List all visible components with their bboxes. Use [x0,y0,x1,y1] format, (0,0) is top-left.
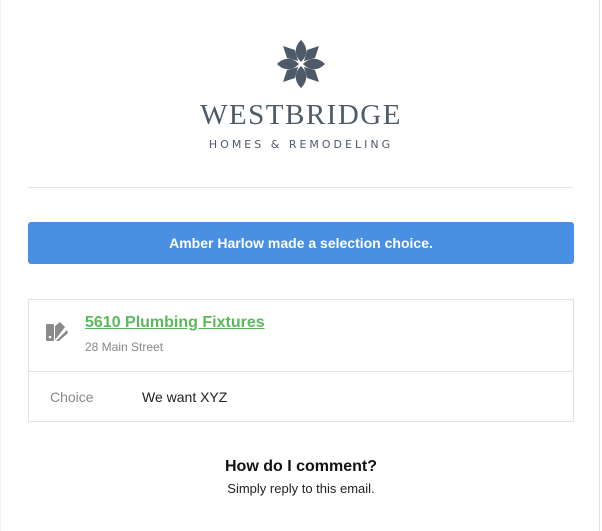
brand-tagline: HOMES & REMODELING [208,138,394,151]
brand-header: WESTBRIDGE HOMES & REMODELING [1,38,601,151]
swatch-icon [46,322,68,341]
choice-label: Choice [50,389,94,405]
email-body: WESTBRIDGE HOMES & REMODELING Amber Harl… [0,0,600,531]
comment-instructions: Simply reply to this email. [227,481,375,496]
banner-text: Amber Harlow made a selection choice. [169,235,433,251]
comment-heading: How do I comment? [225,458,377,475]
item-title-link[interactable]: 5610 Plumbing Fixtures [85,314,265,332]
selection-card: 5610 Plumbing Fixtures 28 Main Street Ch… [28,299,574,422]
header-divider [28,187,573,188]
choice-value: We want XYZ [142,389,228,405]
choice-row: Choice We want XYZ [29,372,573,421]
item-address: 28 Main Street [85,340,164,354]
flower-logo-icon [277,40,325,88]
brand-name: WESTBRIDGE [200,99,402,131]
notification-banner: Amber Harlow made a selection choice. [28,222,574,264]
selection-item: 5610 Plumbing Fixtures 28 Main Street [29,300,573,372]
